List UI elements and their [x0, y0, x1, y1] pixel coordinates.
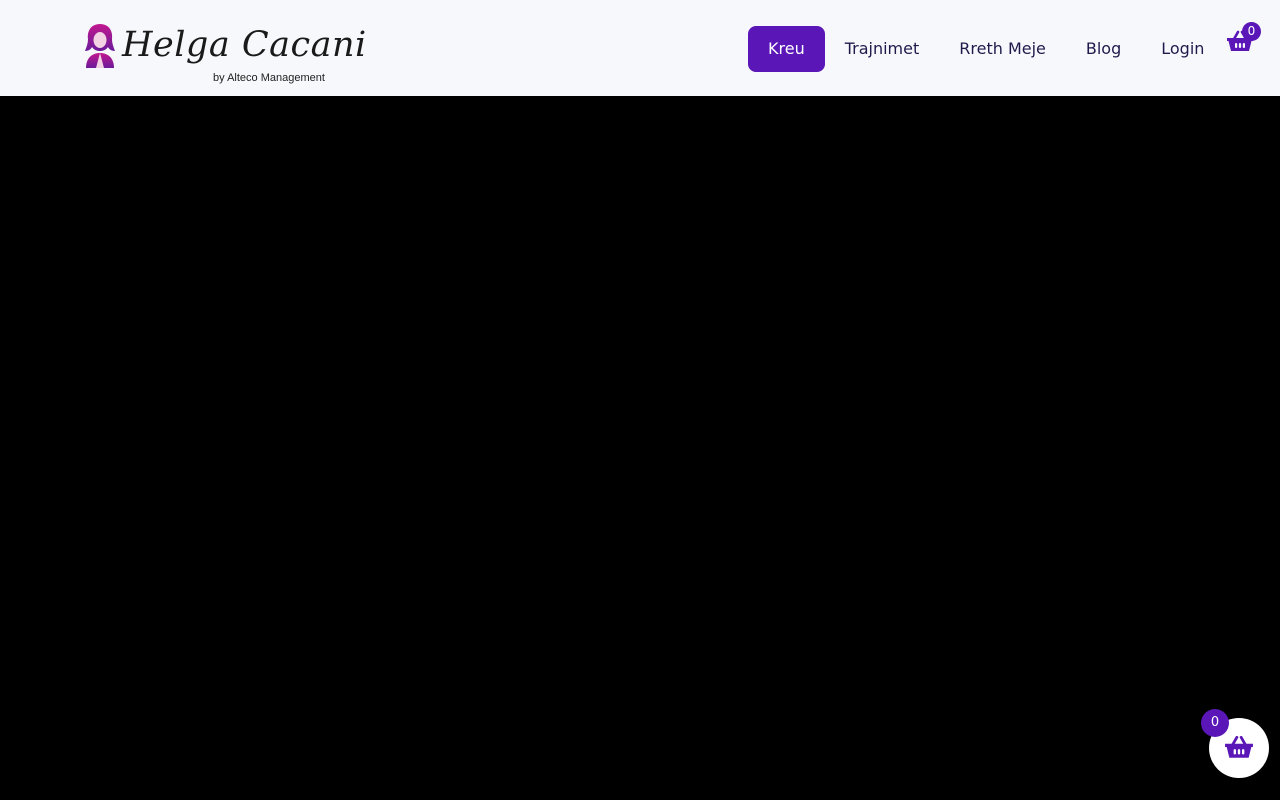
main-nav: Kreu Trajnimet Rreth Meje Blog Login: [748, 26, 1224, 72]
woman-portrait-icon: [85, 24, 115, 68]
nav-item-rreth-meje[interactable]: Rreth Meje: [939, 26, 1066, 72]
site-header: Helga Cacani by Alteco Management Kreu T…: [0, 0, 1280, 96]
floating-cart-count-badge: 0: [1201, 709, 1229, 737]
brand-name: Helga Cacani: [122, 25, 367, 65]
hero-video-area: [0, 96, 1280, 800]
header-cart-count-badge: 0: [1242, 22, 1261, 41]
header-cart-button[interactable]: 0: [1224, 22, 1264, 58]
floating-cart-button[interactable]: 0: [1201, 709, 1269, 778]
nav-item-blog[interactable]: Blog: [1066, 26, 1141, 72]
shopping-basket-icon: [1225, 735, 1253, 758]
brand-tagline: by Alteco Management: [213, 72, 325, 84]
nav-item-kreu[interactable]: Kreu: [748, 26, 825, 72]
nav-item-trajnimet[interactable]: Trajnimet: [825, 26, 940, 72]
site-logo[interactable]: Helga Cacani by Alteco Management: [82, 20, 366, 88]
nav-item-login[interactable]: Login: [1141, 26, 1224, 72]
